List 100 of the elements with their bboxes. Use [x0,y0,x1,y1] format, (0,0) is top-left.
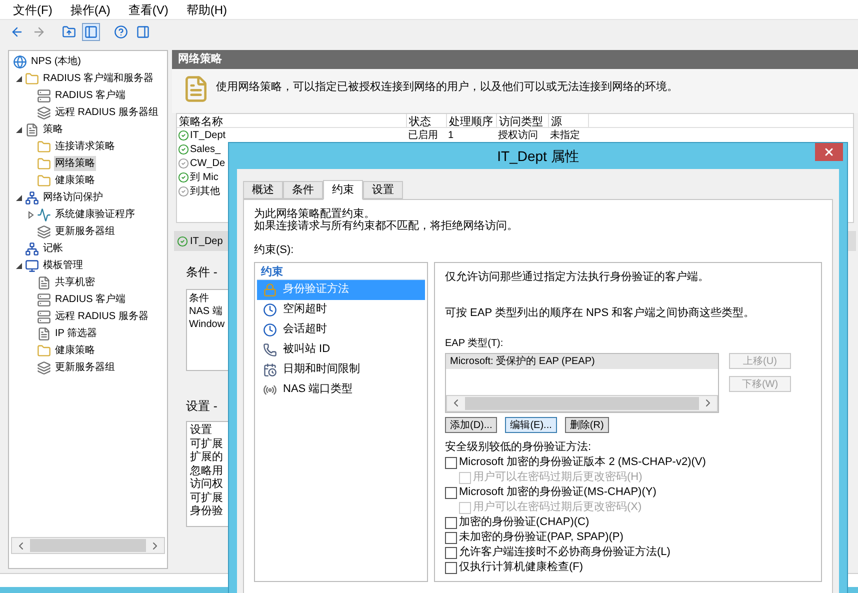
checkbox-label: 用户可以在密码过期后更改密码(X) [473,500,642,516]
tab[interactable]: 条件 [283,181,323,199]
expanded-arrow-icon[interactable] [15,74,23,82]
expanded-arrow-icon[interactable] [15,262,23,270]
table-cell-text: 未指定 [550,128,580,142]
constraint-item[interactable]: 日期和时间限制 [257,360,425,380]
table-cell-text: 到 Mic [190,170,218,184]
checkbox[interactable] [445,516,457,528]
checkbox[interactable] [445,486,457,498]
tree-item[interactable]: 记帐 [42,241,64,256]
server-icon [37,310,51,324]
intro-text: 如果连接请求与所有约束都不匹配，将拒绝网络访问。 [254,220,519,232]
menu-item[interactable]: 帮助(H) [186,0,227,18]
table-cell-text: IT_Dept [190,128,226,142]
monitor-icon [25,258,39,272]
server-group-icon [37,106,51,120]
server-group-icon [37,224,51,238]
calendar-icon [263,362,277,376]
horizontal-scrollbar[interactable] [446,394,718,412]
column-header[interactable]: 访问类型 [497,114,549,127]
table-cell-text: Sales_ [190,142,221,156]
close-icon[interactable] [823,146,835,158]
document-icon [37,326,51,340]
close-button[interactable] [815,143,843,161]
constraint-item[interactable]: NAS 端口类型 [257,380,425,400]
tree-item[interactable]: 远程 RADIUS 服务器组 [54,105,160,120]
tree-item[interactable]: 网络策略 [54,156,96,171]
tree-item[interactable]: 连接请求策略 [54,139,116,154]
expanded-arrow-icon[interactable] [15,126,23,134]
constraint-item[interactable]: 被叫站 ID [257,340,425,360]
horizontal-scrollbar[interactable] [11,537,165,554]
lock-icon [263,282,277,296]
tree-item[interactable]: RADIUS 客户端 [54,88,127,103]
tree-item[interactable]: 健康策略 [54,343,96,358]
expanded-arrow-icon[interactable] [15,194,23,202]
constraint-item[interactable]: 会话超时 [257,320,425,340]
checkbox-label: Microsoft 加密的身份验证(MS-CHAP)(Y) [459,484,656,500]
table-cell-text: 授权访问 [498,128,538,142]
tree-item[interactable]: 更新服务器组 [54,224,116,239]
server-icon [37,88,51,102]
checkbox-label: 仅执行计算机健康检查(F) [459,560,584,576]
checkbox-label: 加密的身份验证(CHAP)(C) [459,514,590,530]
tree-item[interactable]: 共享机密 [54,275,96,290]
menu-item[interactable]: 文件(F) [13,0,52,18]
tree-item[interactable]: 系统健康验证程序 [54,207,136,222]
help-icon[interactable] [112,23,130,41]
checkbox[interactable] [445,546,457,558]
column-header[interactable]: 处理顺序 [447,114,497,127]
action-button[interactable]: 删除(R) [564,416,609,432]
globe-icon [13,54,27,68]
section-label: 设置 - [186,398,218,415]
detail-title: IT_Dep [190,234,223,248]
action-button[interactable]: 编辑(E)... [505,416,557,432]
dialog-title: IT_Dept 属性 [497,146,579,166]
table-cell: 设置 [190,424,212,438]
server-icon [37,292,51,306]
checkbox[interactable] [445,562,457,574]
table-cell: 扩展的 [190,451,223,464]
info-text: 仅允许访问那些通过指定方法执行身份验证的客户端。 [445,270,710,284]
panel-icon[interactable] [134,23,152,41]
tree-item[interactable]: 更新服务器组 [54,360,116,375]
tab[interactable]: 设置 [363,181,403,199]
folder-icon [37,174,51,188]
tree-item[interactable]: 网络访问保护 [42,190,104,205]
tree-item[interactable]: 模板管理 [42,258,84,273]
column-header[interactable]: 源 [549,114,589,127]
clock-icon [263,322,277,336]
tree-item[interactable]: NPS (本地) [30,54,82,69]
table-cell: 身份验 [190,505,223,518]
table-cell: Window [189,318,225,331]
checkbox[interactable] [445,456,457,468]
menu-item[interactable]: 操作(A) [70,0,110,18]
tab[interactable]: 概述 [243,181,283,199]
column-header[interactable]: 策略名称 [177,114,407,127]
tree-item[interactable]: IP 筛选器 [54,326,98,341]
column-header[interactable]: 状态 [407,114,447,127]
table-cell-text: 已启用 [408,128,438,142]
panel-description: 使用网络策略，可以指定已被授权连接到网络的用户，以及他们可以或无法连接到网络的环境。 [216,80,678,95]
action-button[interactable]: 添加(D)... [445,416,498,432]
panel-icon[interactable] [82,23,100,41]
table-cell-text: 可扩展 [190,438,223,450]
collapsed-arrow-icon[interactable] [27,210,35,218]
table-cell: 条件 [189,292,209,305]
checkbox-label: 未加密的身份验证(PAP, SPAP)(P) [459,530,624,546]
tree-item[interactable]: 健康策略 [54,173,96,188]
tree-item[interactable]: 远程 RADIUS 服务器 [54,309,150,324]
table-cell-text: 1 [448,128,454,142]
info-text: 可按 EAP 类型列出的顺序在 NPS 和客户端之间协商这些类型。 [445,306,756,321]
checkbox-label: Microsoft 加密的身份验证版本 2 (MS-CHAP-v2)(V) [459,454,706,470]
checkbox[interactable] [445,532,457,544]
menu-item[interactable]: 查看(V) [128,0,168,18]
document-icon [37,276,51,290]
tab[interactable]: 约束 [323,180,363,200]
antenna-icon [263,382,277,396]
tree-item[interactable]: RADIUS 客户端和服务器 [42,71,155,86]
tree-item[interactable]: RADIUS 客户端 [54,292,127,307]
eap-item[interactable]: Microsoft: 受保护的 EAP (PEAP) [446,354,718,368]
constraint-item[interactable]: 空闲超时 [257,300,425,320]
section-label: 条件 - [186,264,218,281]
tree-item[interactable]: 策略 [42,122,64,137]
